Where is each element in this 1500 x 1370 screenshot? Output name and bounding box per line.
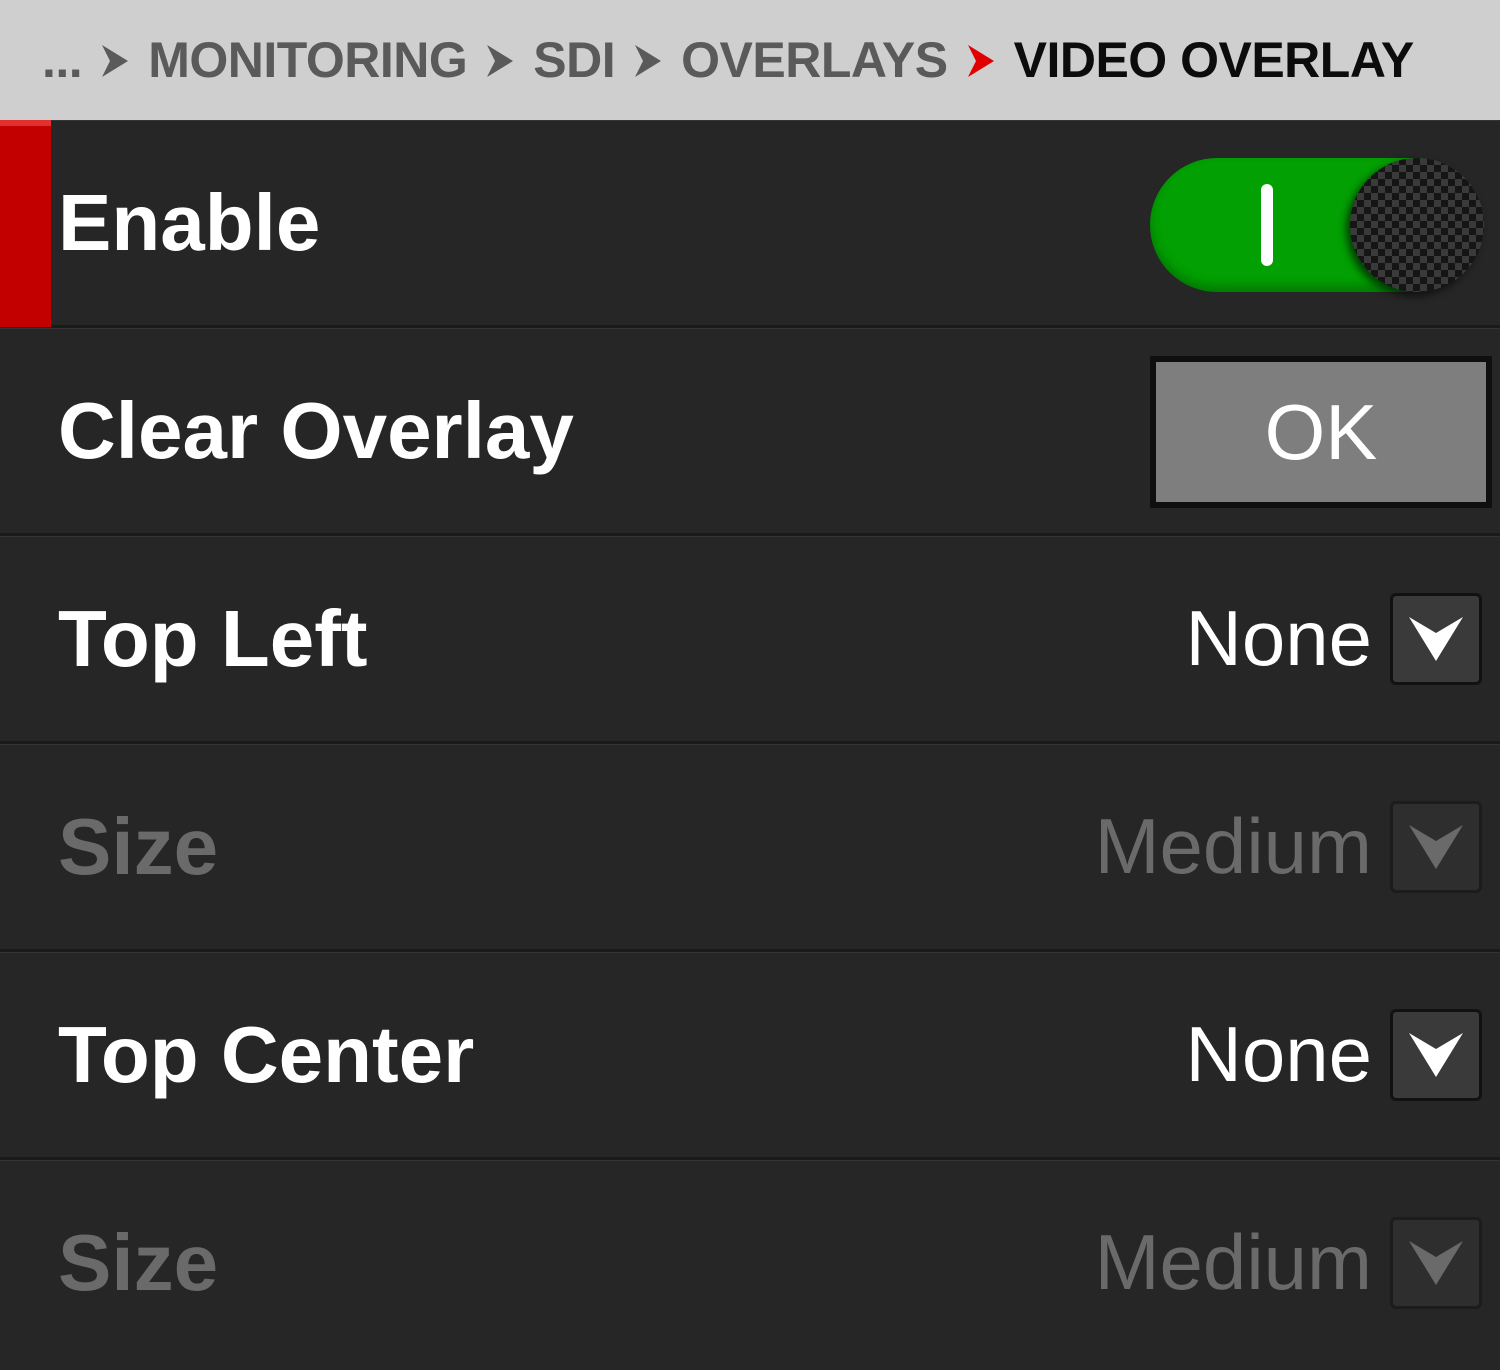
chevron-down-icon — [1409, 616, 1463, 661]
dropdown-value: None — [1185, 594, 1372, 682]
selection-indicator — [0, 120, 51, 327]
menu-list: Enable Clear Overlay OK Top Left None Si… — [0, 120, 1500, 1368]
top-center-dropdown[interactable]: None — [1186, 952, 1482, 1157]
chevron-right-icon — [100, 43, 130, 79]
menu-row-clear-overlay[interactable]: Clear Overlay OK — [0, 328, 1500, 536]
chevron-right-icon — [633, 43, 663, 79]
menu-row-top-center[interactable]: Top Center None — [0, 952, 1500, 1160]
enable-toggle[interactable] — [1150, 158, 1484, 292]
menu-row-top-center-size: Size Medium — [0, 1160, 1500, 1368]
row-label: Clear Overlay — [58, 385, 574, 475]
menu-row-top-left[interactable]: Top Left None — [0, 536, 1500, 744]
row-label: Top Left — [58, 593, 368, 683]
toggle-knob[interactable] — [1350, 158, 1484, 292]
top-left-size-dropdown: Medium — [1095, 744, 1482, 949]
breadcrumb: ... MONITORING SDI OVERLAYS VIDEO OVERLA… — [0, 0, 1500, 120]
dropdown-value: None — [1185, 1010, 1372, 1098]
chevron-down-icon — [1409, 1032, 1463, 1077]
dropdown-arrow-button — [1390, 800, 1482, 893]
row-label: Size — [58, 801, 219, 891]
chevron-right-icon — [485, 43, 515, 79]
menu-row-top-left-size: Size Medium — [0, 744, 1500, 952]
chevron-down-icon — [1409, 824, 1463, 869]
row-label: Enable — [58, 177, 321, 267]
breadcrumb-overlays[interactable]: OVERLAYS — [681, 31, 948, 89]
dropdown-arrow-button — [1390, 1216, 1482, 1309]
breadcrumb-sdi[interactable]: SDI — [533, 31, 615, 89]
breadcrumb-ellipsis[interactable]: ... — [42, 31, 83, 89]
dropdown-value: Medium — [1094, 1218, 1372, 1306]
row-label: Size — [58, 1217, 219, 1307]
top-center-size-dropdown: Medium — [1095, 1160, 1482, 1365]
ok-button[interactable]: OK — [1150, 356, 1492, 508]
chevron-down-icon — [1409, 1240, 1463, 1285]
row-label: Top Center — [58, 1009, 475, 1099]
chevron-right-active-icon — [966, 43, 996, 79]
dropdown-arrow-button[interactable] — [1390, 1008, 1482, 1101]
dropdown-value: Medium — [1094, 802, 1372, 890]
menu-row-enable[interactable]: Enable — [0, 120, 1500, 328]
top-left-dropdown[interactable]: None — [1186, 536, 1482, 741]
dropdown-arrow-button[interactable] — [1390, 592, 1482, 685]
toggle-on-indicator-icon — [1261, 184, 1273, 266]
breadcrumb-video-overlay: VIDEO OVERLAY — [1013, 32, 1415, 88]
breadcrumb-monitoring[interactable]: MONITORING — [148, 31, 468, 89]
